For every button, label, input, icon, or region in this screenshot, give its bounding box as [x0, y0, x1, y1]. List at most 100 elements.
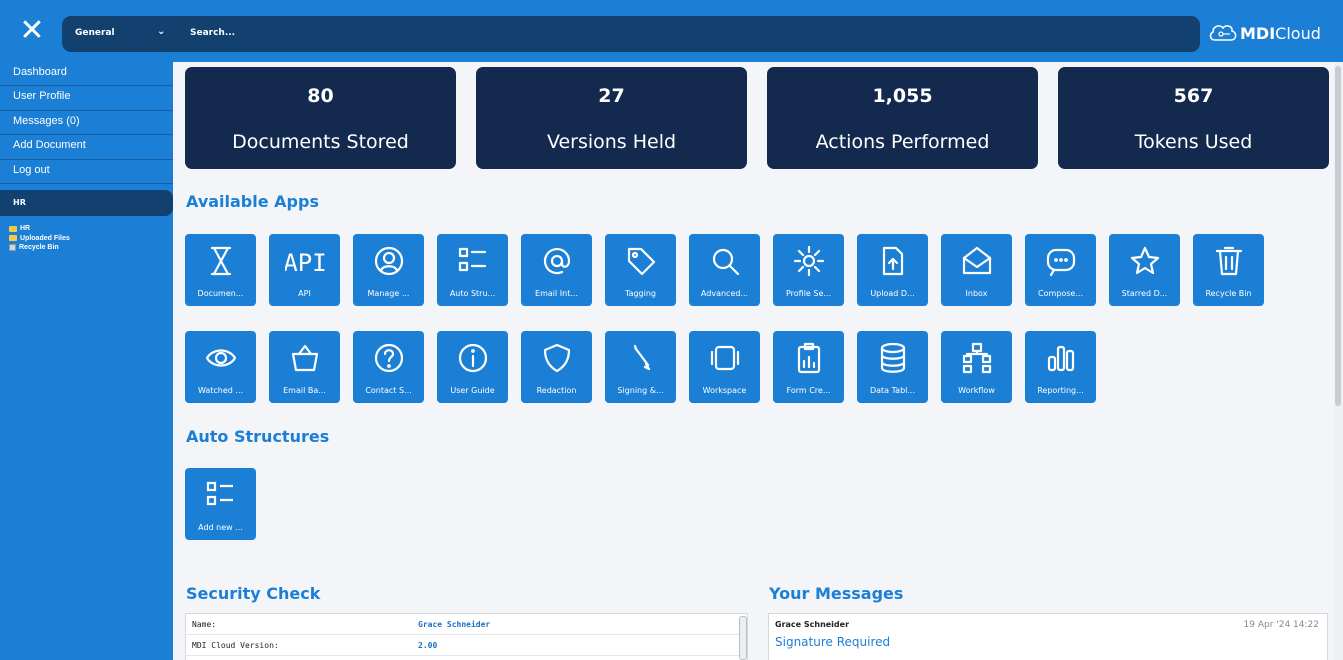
folder-tree: HR Uploaded Files Recycle Bin: [9, 224, 70, 253]
sidebar: Dashboard User Profile Messages (0) Add …: [0, 62, 173, 660]
upload-icon: [857, 244, 928, 278]
message-item[interactable]: Grace Schneider 19 Apr '24 14:22 Signatu…: [768, 613, 1328, 660]
chevron-down-icon: ⌄: [157, 26, 166, 37]
app-tile-shield[interactable]: Redaction: [521, 331, 592, 403]
recycle-bin-icon: [9, 244, 16, 252]
app-tile-label: Watched ...: [197, 386, 244, 395]
search-icon: [689, 244, 760, 278]
logo: MDICloud: [1208, 20, 1336, 48]
app-tile-info[interactable]: User Guide: [437, 331, 508, 403]
app-tile-clipboard[interactable]: Form Cre...: [773, 331, 844, 403]
sidebar-item-dashboard[interactable]: Dashboard: [0, 62, 173, 87]
app-tile-basket[interactable]: Email Ba...: [269, 331, 340, 403]
question-icon: [353, 341, 424, 375]
app-tile-star[interactable]: Starred D...: [1109, 234, 1180, 306]
folder-header[interactable]: HR: [0, 190, 173, 216]
info-icon: [437, 341, 508, 375]
app-tile-tag[interactable]: Tagging: [605, 234, 676, 306]
table-row: MDI Cloud Version: 2.00: [186, 635, 747, 656]
row-key: MDI Cloud Version:: [192, 640, 279, 650]
app-tile-gear[interactable]: Profile Se...: [773, 234, 844, 306]
app-tile-label: Contact S...: [365, 386, 412, 395]
app-tile-label: Upload D...: [870, 289, 915, 298]
app-tile-trash[interactable]: Recycle Bin: [1193, 234, 1264, 306]
scrollbar-thumb[interactable]: [1335, 66, 1341, 406]
app-tile-label: Email Int...: [535, 289, 578, 298]
tree-item-uploaded-files[interactable]: Uploaded Files: [9, 234, 70, 244]
app-tile-api[interactable]: API API: [269, 234, 340, 306]
shield-icon: [521, 341, 592, 375]
app-tile-eye[interactable]: Watched ...: [185, 331, 256, 403]
eye-icon: [185, 341, 256, 375]
svg-text:API: API: [285, 249, 325, 277]
user-circle-icon: [353, 244, 424, 278]
folder-icon: [9, 235, 17, 242]
app-tile-label: Tagging: [625, 289, 656, 298]
app-tile-label: Starred D...: [1121, 289, 1168, 298]
message-date: 19 Apr '24 14:22: [1243, 620, 1319, 630]
trash-icon: [1193, 244, 1264, 278]
available-apps-title: Available Apps: [186, 192, 319, 211]
app-tile-search[interactable]: Advanced...: [689, 234, 760, 306]
message-subject[interactable]: Signature Required: [775, 635, 890, 649]
stat-card-versions: 27 Versions Held: [476, 67, 747, 169]
close-icon[interactable]: ✕: [18, 16, 46, 46]
search-input[interactable]: Search...: [190, 28, 235, 38]
cloud-icon: [1209, 25, 1237, 41]
tree-item-label: Recycle Bin: [19, 244, 59, 252]
tablet-icon: [689, 341, 760, 375]
app-tile-label: Manage ...: [367, 289, 410, 298]
database-icon: [857, 341, 928, 375]
message-sender: Grace Schneider: [775, 620, 850, 629]
sidebar-item-user-profile[interactable]: User Profile: [0, 86, 173, 111]
sidebar-item-log-out[interactable]: Log out: [0, 160, 173, 184]
main-content: 80 Documents Stored 27 Versions Held 1,0…: [173, 62, 1333, 660]
app-tile-tablet[interactable]: Workspace: [689, 331, 760, 403]
row-value: 2.00: [418, 640, 438, 650]
clipboard-icon: [773, 341, 844, 375]
tag-icon: [605, 244, 676, 278]
tree-item-hr[interactable]: HR: [9, 224, 70, 234]
app-tile-add-new[interactable]: Add new ...: [185, 468, 256, 540]
basket-icon: [269, 341, 340, 375]
bar-chart-icon: [1025, 341, 1096, 375]
row-key: Name:: [192, 619, 217, 629]
app-tile-label: Email Ba...: [283, 386, 326, 395]
category-select[interactable]: General ⌄: [62, 16, 174, 52]
sidebar-item-messages[interactable]: Messages (0): [0, 111, 173, 136]
app-tile-label: Signing &...: [617, 386, 664, 395]
app-tile-list[interactable]: Auto Stru...: [437, 234, 508, 306]
at-icon: [521, 244, 592, 278]
app-tile-pen[interactable]: Signing &...: [605, 331, 676, 403]
sidebar-item-add-document[interactable]: Add Document: [0, 135, 173, 160]
app-tile-label: Workspace: [702, 386, 747, 395]
gear-icon: [773, 244, 844, 278]
chat-icon: [1025, 244, 1096, 278]
stat-value: 80: [307, 85, 334, 107]
stat-card-documents: 80 Documents Stored: [185, 67, 456, 169]
app-tile-at[interactable]: Email Int...: [521, 234, 592, 306]
app-tile-envelope[interactable]: Inbox: [941, 234, 1012, 306]
app-tile-upload[interactable]: Upload D...: [857, 234, 928, 306]
app-tile-hierarchy[interactable]: Workflow: [941, 331, 1012, 403]
app-tile-question[interactable]: Contact S...: [353, 331, 424, 403]
security-check-title: Security Check: [186, 584, 321, 603]
list-icon: [185, 478, 256, 512]
app-tile-label: Form Cre...: [786, 386, 831, 395]
app-tile-label: Auto Stru...: [449, 289, 496, 298]
app-tile-chat[interactable]: Compose...: [1025, 234, 1096, 306]
app-tile-bar-chart[interactable]: Reporting...: [1025, 331, 1096, 403]
app-tile-user-circle[interactable]: Manage ...: [353, 234, 424, 306]
your-messages-title: Your Messages: [769, 584, 904, 603]
envelope-icon: [941, 244, 1012, 278]
tree-item-label: HR: [20, 225, 31, 233]
table-scrollbar[interactable]: [739, 616, 747, 660]
app-tile-database[interactable]: Data Tabl...: [857, 331, 928, 403]
app-tile-hourglass[interactable]: Documen...: [185, 234, 256, 306]
hierarchy-icon: [941, 341, 1012, 375]
tree-item-recycle-bin[interactable]: Recycle Bin: [9, 243, 70, 253]
api-icon: API: [269, 244, 340, 278]
stat-value: 567: [1173, 85, 1214, 107]
page-scrollbar[interactable]: [1334, 62, 1343, 660]
app-tile-label: Profile Se...: [785, 289, 832, 298]
